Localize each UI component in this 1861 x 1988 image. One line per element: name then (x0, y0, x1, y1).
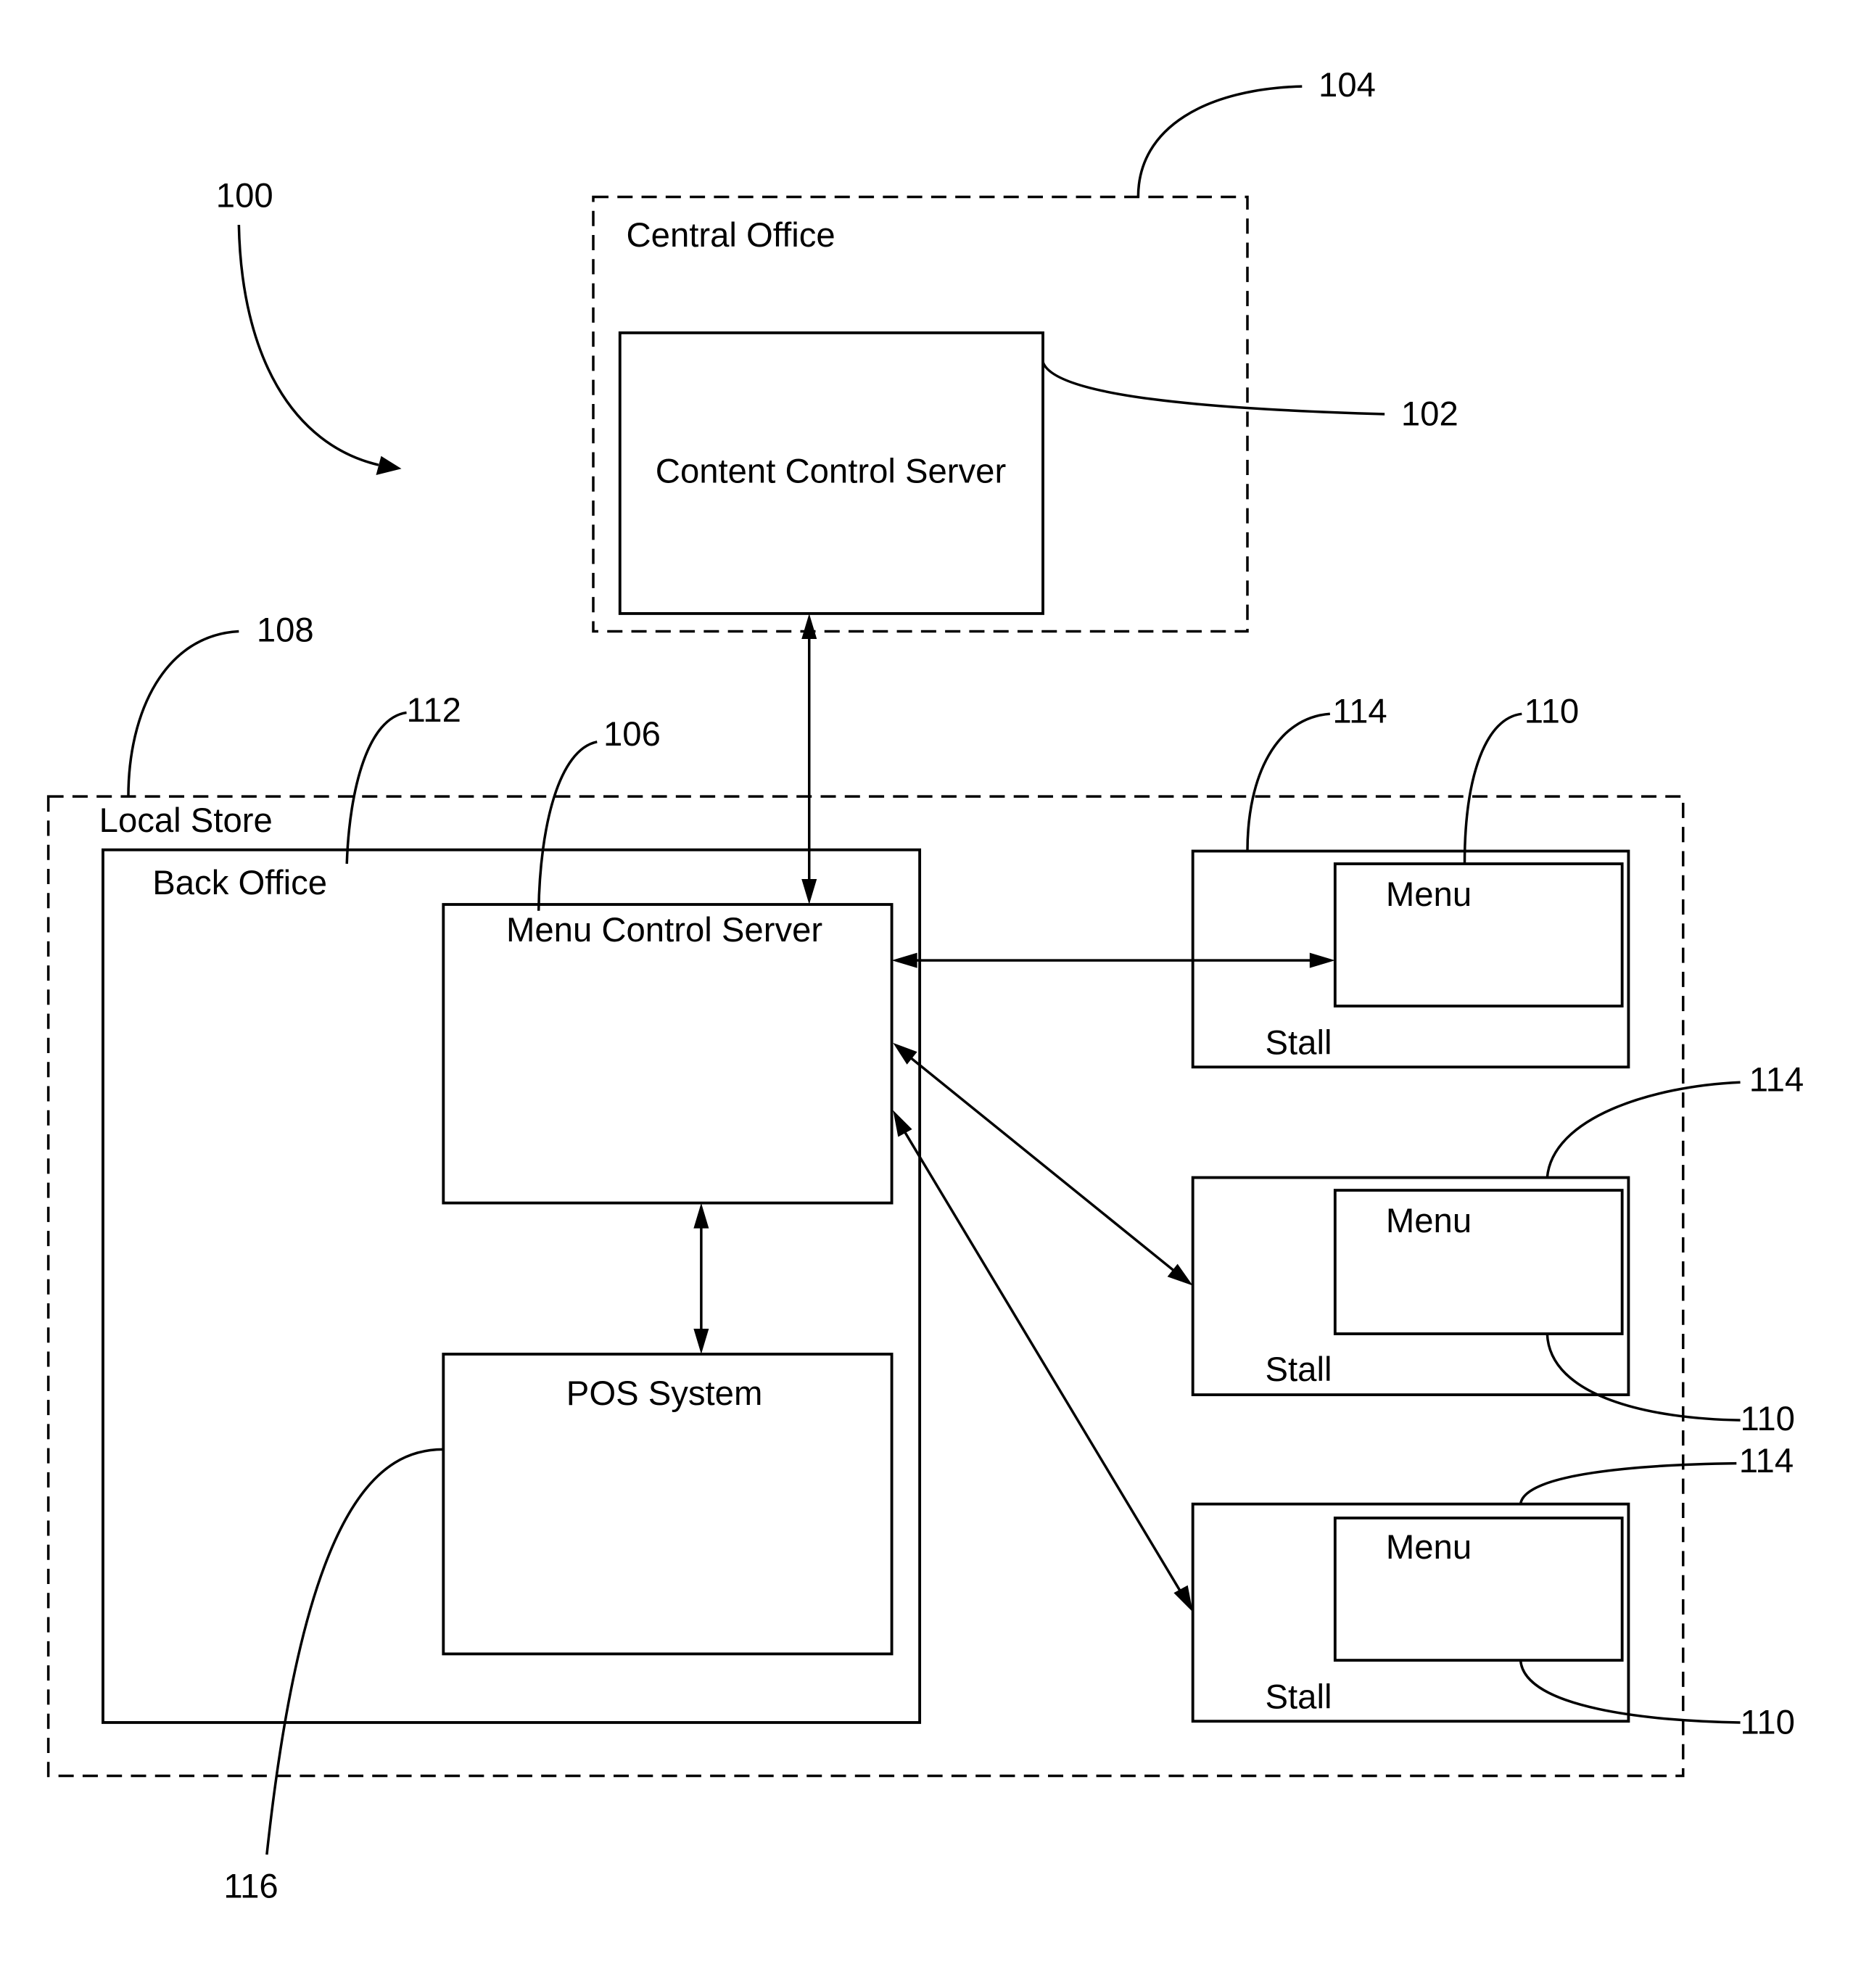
ref-label-102: 102 (1401, 395, 1458, 434)
connector-mcs-stall-3 (901, 1129, 1183, 1594)
system-leader-arrow (237, 224, 379, 466)
stall-3-label: Stall (1266, 1678, 1332, 1717)
arrowhead-icon (1173, 1585, 1193, 1612)
menu-2-box[interactable] (1333, 1189, 1624, 1335)
menu-3-label: Menu (1386, 1528, 1472, 1567)
leader-102 (1041, 361, 1385, 416)
menu-1-label: Menu (1386, 875, 1472, 914)
leader-114-stall-2 (1546, 1081, 1741, 1178)
menu-2-label: Menu (1386, 1202, 1472, 1240)
ref-label-114-stall-3: 114 (1739, 1442, 1794, 1480)
content-control-server[interactable]: Content Control Server 102 (618, 331, 1458, 615)
central-office-label: Central Office (627, 216, 835, 255)
ref-label-108: 108 (257, 611, 314, 649)
ref-label-110-menu-1: 110 (1524, 693, 1579, 731)
ref-label-110-menu-2: 110 (1741, 1400, 1795, 1438)
stall-1-label: Stall (1266, 1024, 1332, 1063)
ref-label-114-stall-1: 114 (1332, 693, 1387, 731)
ref-label-100: 100 (216, 176, 273, 215)
arrowhead-icon (376, 455, 402, 476)
system-reference: 100 (216, 176, 402, 476)
menu-1-box[interactable] (1333, 862, 1624, 1008)
menu-3-box[interactable] (1333, 1517, 1624, 1662)
connector-mcs-stall-2 (909, 1055, 1176, 1273)
content-control-server-label: Content Control Server (656, 453, 1006, 491)
ref-label-114-stall-2: 114 (1749, 1060, 1804, 1099)
stall-3[interactable]: Menu Stall 114 110 (1191, 1442, 1795, 1742)
ref-label-110-menu-3: 110 (1741, 1704, 1795, 1742)
stall-2[interactable]: Menu Stall 114 110 (1191, 1060, 1804, 1438)
back-office-label: Back Office (152, 864, 327, 902)
ref-label-112: 112 (407, 691, 461, 730)
pos-system-label: POS System (566, 1374, 763, 1413)
leader-104 (1136, 85, 1303, 197)
stall-2-label: Stall (1266, 1350, 1332, 1389)
ref-label-106: 106 (603, 715, 661, 754)
menu-control-server[interactable]: Menu Control Server 106 (442, 715, 894, 1205)
leader-110-menu-1 (1463, 712, 1522, 864)
leader-108 (127, 630, 239, 797)
system-diagram: 100 Central Office 104 Content Control S… (46, 66, 1804, 1906)
leader-114-stall-3 (1519, 1461, 1737, 1505)
stall-1[interactable]: Menu Stall 114 110 (1191, 693, 1630, 1069)
menu-control-server-label: Menu Control Server (506, 911, 822, 949)
arrowhead-icon (801, 613, 817, 639)
ref-label-104: 104 (1319, 66, 1376, 104)
ref-label-116: 116 (223, 1868, 278, 1906)
leader-114-stall-1 (1246, 712, 1330, 851)
local-store-label: Local Store (99, 801, 273, 840)
leader-112 (345, 711, 407, 865)
